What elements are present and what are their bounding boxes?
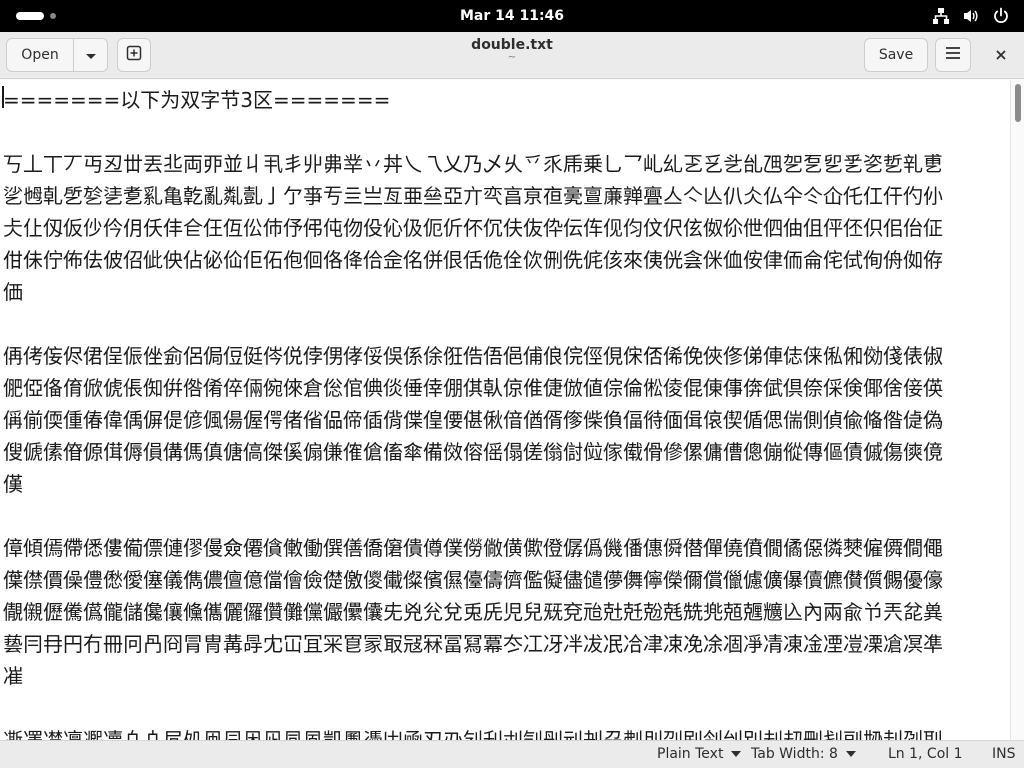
header-bar: Open double.txt ~ Save [0,32,1024,79]
editor-line[interactable]: 侢侤侫侭侰侱侲侳侴侶侷侸侹侺侻侼侽侾俀俁係俆俇俈俉俋俌俍俒俓俔俕俖俙俛俠俢俤俥俧… [3,340,953,500]
top-bar: Mar 14 11:46 [0,0,1024,32]
language-label: Plain Text [657,746,724,762]
editor-line[interactable]: 傽傾傿僀僁僂僃僄僆僇僈僉僊僋僌働僎僐僑僒僓僔僕僗僘僙僛僜僝僞僟僠僡僢僣僤僥僨僩僪… [3,532,953,692]
editor-line[interactable] [3,308,953,340]
insert-mode-label: INS [992,746,1016,762]
tab-width-label: Tab Width: 8 [751,746,838,762]
vertical-scrollbar[interactable] [1010,80,1024,740]
cursor-position[interactable]: Ln 1, Col 1 [888,746,963,762]
close-window-button[interactable] [990,44,1012,66]
text-editor[interactable]: =======以下为双字节3区======= 丂丄丅丆丏丒丗丟丠両丣並丩丮丯丱丳… [0,80,1010,740]
editor-content[interactable]: =======以下为双字节3区======= 丂丄丅丆丏丒丗丟丠両丣並丩丮丯丱丳… [3,84,953,740]
network-icon[interactable] [932,7,950,25]
insert-mode-indicator[interactable]: INS [992,746,1016,762]
chevron-down-icon [845,751,856,757]
save-button[interactable]: Save [864,38,928,72]
close-icon [995,46,1007,65]
text-cursor [2,86,4,108]
editor-line[interactable] [3,692,953,724]
power-icon[interactable] [992,7,1010,25]
editor-line[interactable]: =======以下为双字节3区======= [3,84,953,116]
chevron-down-icon [731,751,742,757]
editor-line[interactable] [3,116,953,148]
status-bar: Plain Text Tab Width: 8 Ln 1, Col 1 INS [0,740,1024,768]
main-menu-button[interactable] [935,38,971,72]
system-tray[interactable] [932,7,1010,25]
tab-width-selector[interactable]: Tab Width: 8 [751,746,856,762]
volume-icon[interactable] [962,7,980,25]
editor-line[interactable] [3,500,953,532]
cursor-position-label: Ln 1, Col 1 [888,746,963,762]
clock[interactable]: Mar 14 11:46 [0,0,1024,32]
editor-line[interactable]: 凘凙凚凜凞凟凢凣凥処凧凨凩凪凬凮凱凲凴凷凾刄刅刉刋刌刏刐刓刔刕刜刞刟刡刢刣別刦刧… [3,724,953,740]
language-selector[interactable]: Plain Text [657,746,742,762]
hamburger-menu-icon [945,46,961,64]
scrollbar-thumb[interactable] [1015,84,1021,122]
editor-line[interactable]: 丂丄丅丆丏丒丗丟丠両丣並丩丮丯丱丳丵丷丼乀乁乂乃乄乆乊乑乕乗乚乛乢乣乤乥乧乨乪乫… [3,148,953,308]
